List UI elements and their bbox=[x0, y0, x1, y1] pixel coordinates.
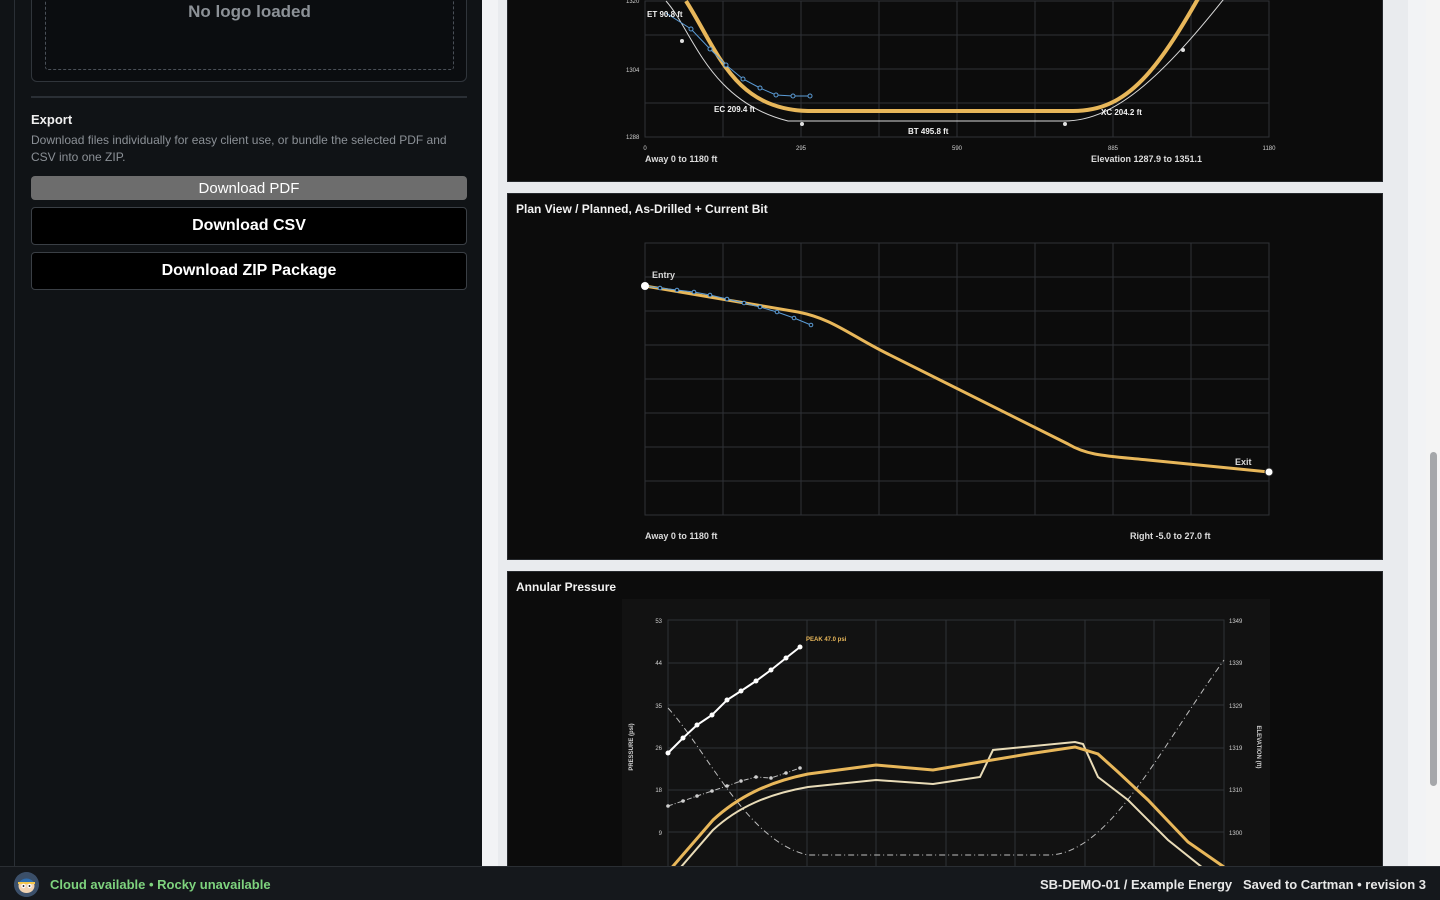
annular-pressure-card: Annular Pressure PEAK 47.0 psi 53 44 35 … bbox=[507, 571, 1383, 866]
user-avatar-icon[interactable] bbox=[14, 872, 39, 897]
download-zip-button[interactable]: Download ZIP Package bbox=[31, 252, 467, 290]
status-bar: Cloud available • Rocky unavailable SB-D… bbox=[0, 866, 1440, 900]
y-tick: 35 bbox=[655, 704, 662, 710]
plan-footer-right: Right -5.0 to 27.0 ft bbox=[1130, 531, 1211, 541]
y-tick: 1300 bbox=[1229, 831, 1243, 837]
profile-footer-left: Away 0 to 1180 ft bbox=[645, 154, 717, 164]
profile-view-card: 1320 1304 1288 0 295 590 885 1180 ET 90.… bbox=[507, 0, 1383, 182]
profile-grid bbox=[644, 0, 1270, 138]
ec-label: EC 209.4 ft bbox=[714, 105, 755, 114]
logo-drop-zone[interactable]: No logo loaded bbox=[45, 0, 454, 70]
x-tick: 0 bbox=[643, 146, 647, 152]
xc-label: XC 204.2 ft bbox=[1101, 108, 1142, 117]
plan-footer-left: Away 0 to 1180 ft bbox=[645, 531, 717, 541]
profile-footer-right: Elevation 1287.9 to 1351.1 bbox=[1091, 154, 1202, 164]
pressure-axis-label: PRESSURE (psi) bbox=[629, 723, 635, 770]
exit-point bbox=[1264, 467, 1274, 477]
plan-drilled-path bbox=[644, 285, 812, 326]
profile-planned-path bbox=[684, 0, 1200, 113]
export-section-title: Export bbox=[31, 112, 73, 127]
plan-grid bbox=[644, 242, 1270, 516]
profile-y-ticks: 1320 1304 1288 bbox=[626, 0, 640, 141]
y-tick: 1339 bbox=[1229, 661, 1243, 667]
profile-chart: 1320 1304 1288 0 295 590 885 1180 ET 90.… bbox=[626, 0, 1276, 164]
et-label: ET 90.8 ft bbox=[647, 10, 683, 19]
scrollbar-thumb[interactable] bbox=[1430, 452, 1437, 786]
y-tick: 53 bbox=[655, 619, 662, 625]
download-csv-button[interactable]: Download CSV bbox=[31, 207, 467, 245]
y-tick: 1304 bbox=[626, 68, 640, 74]
elevation-axis-label: ELEVATION (ft) bbox=[1255, 725, 1261, 768]
y-tick: 1319 bbox=[1229, 746, 1243, 752]
project-save-status: SB-DEMO-01 / Example Energy Saved to Car… bbox=[1040, 877, 1426, 892]
plan-view-card: Plan View / Planned, As-Drilled + Curren… bbox=[507, 193, 1383, 560]
y-tick: 1329 bbox=[1229, 704, 1243, 710]
y-tick: 26 bbox=[655, 746, 662, 752]
y-tick: 18 bbox=[655, 788, 662, 794]
app-window: No logo loaded Export Download files ind… bbox=[0, 0, 1440, 866]
x-tick: 885 bbox=[1108, 146, 1119, 152]
peak-label: PEAK 47.0 psi bbox=[806, 637, 847, 643]
pressure-chart: PEAK 47.0 psi 53 44 35 26 18 9 1349 1339… bbox=[622, 599, 1270, 866]
x-tick: 590 bbox=[952, 146, 963, 152]
y-tick: 44 bbox=[655, 661, 662, 667]
entry-point bbox=[641, 282, 649, 290]
exit-label: Exit bbox=[1235, 457, 1252, 467]
y-tick: 1310 bbox=[1229, 788, 1243, 794]
panel-edge bbox=[14, 0, 15, 866]
y-tick: 1288 bbox=[626, 135, 640, 141]
connection-status: Cloud available • Rocky unavailable bbox=[50, 877, 271, 892]
logo-placeholder-text: No logo loaded bbox=[188, 2, 311, 21]
profile-x-ticks: 0 295 590 885 1180 bbox=[643, 146, 1276, 152]
y-tick: 1320 bbox=[626, 0, 640, 5]
download-pdf-button[interactable]: Download PDF bbox=[31, 176, 467, 200]
y-tick: 1349 bbox=[1229, 619, 1243, 625]
plan-chart: Entry Exit Away 0 to 1180 ft Right -5.0 … bbox=[641, 242, 1274, 541]
save-status: Saved to Cartman • revision 3 bbox=[1242, 877, 1426, 892]
left-panel: No logo loaded Export Download files ind… bbox=[0, 0, 482, 866]
x-tick: 295 bbox=[796, 146, 807, 152]
report-preview-area: 1320 1304 1288 0 295 590 885 1180 ET 90.… bbox=[482, 0, 1440, 866]
section-divider bbox=[31, 96, 467, 98]
project-name: SB-DEMO-01 / Example Energy bbox=[1039, 877, 1233, 892]
logo-card: No logo loaded bbox=[31, 0, 467, 82]
export-description: Download files individually for easy cli… bbox=[31, 133, 447, 164]
x-tick: 1180 bbox=[1263, 146, 1277, 152]
entry-label: Entry bbox=[652, 270, 675, 280]
profile-labels: ET 90.8 ft EC 209.4 ft BT 495.8 ft XC 20… bbox=[647, 10, 1142, 136]
bt-label: BT 495.8 ft bbox=[908, 127, 949, 136]
